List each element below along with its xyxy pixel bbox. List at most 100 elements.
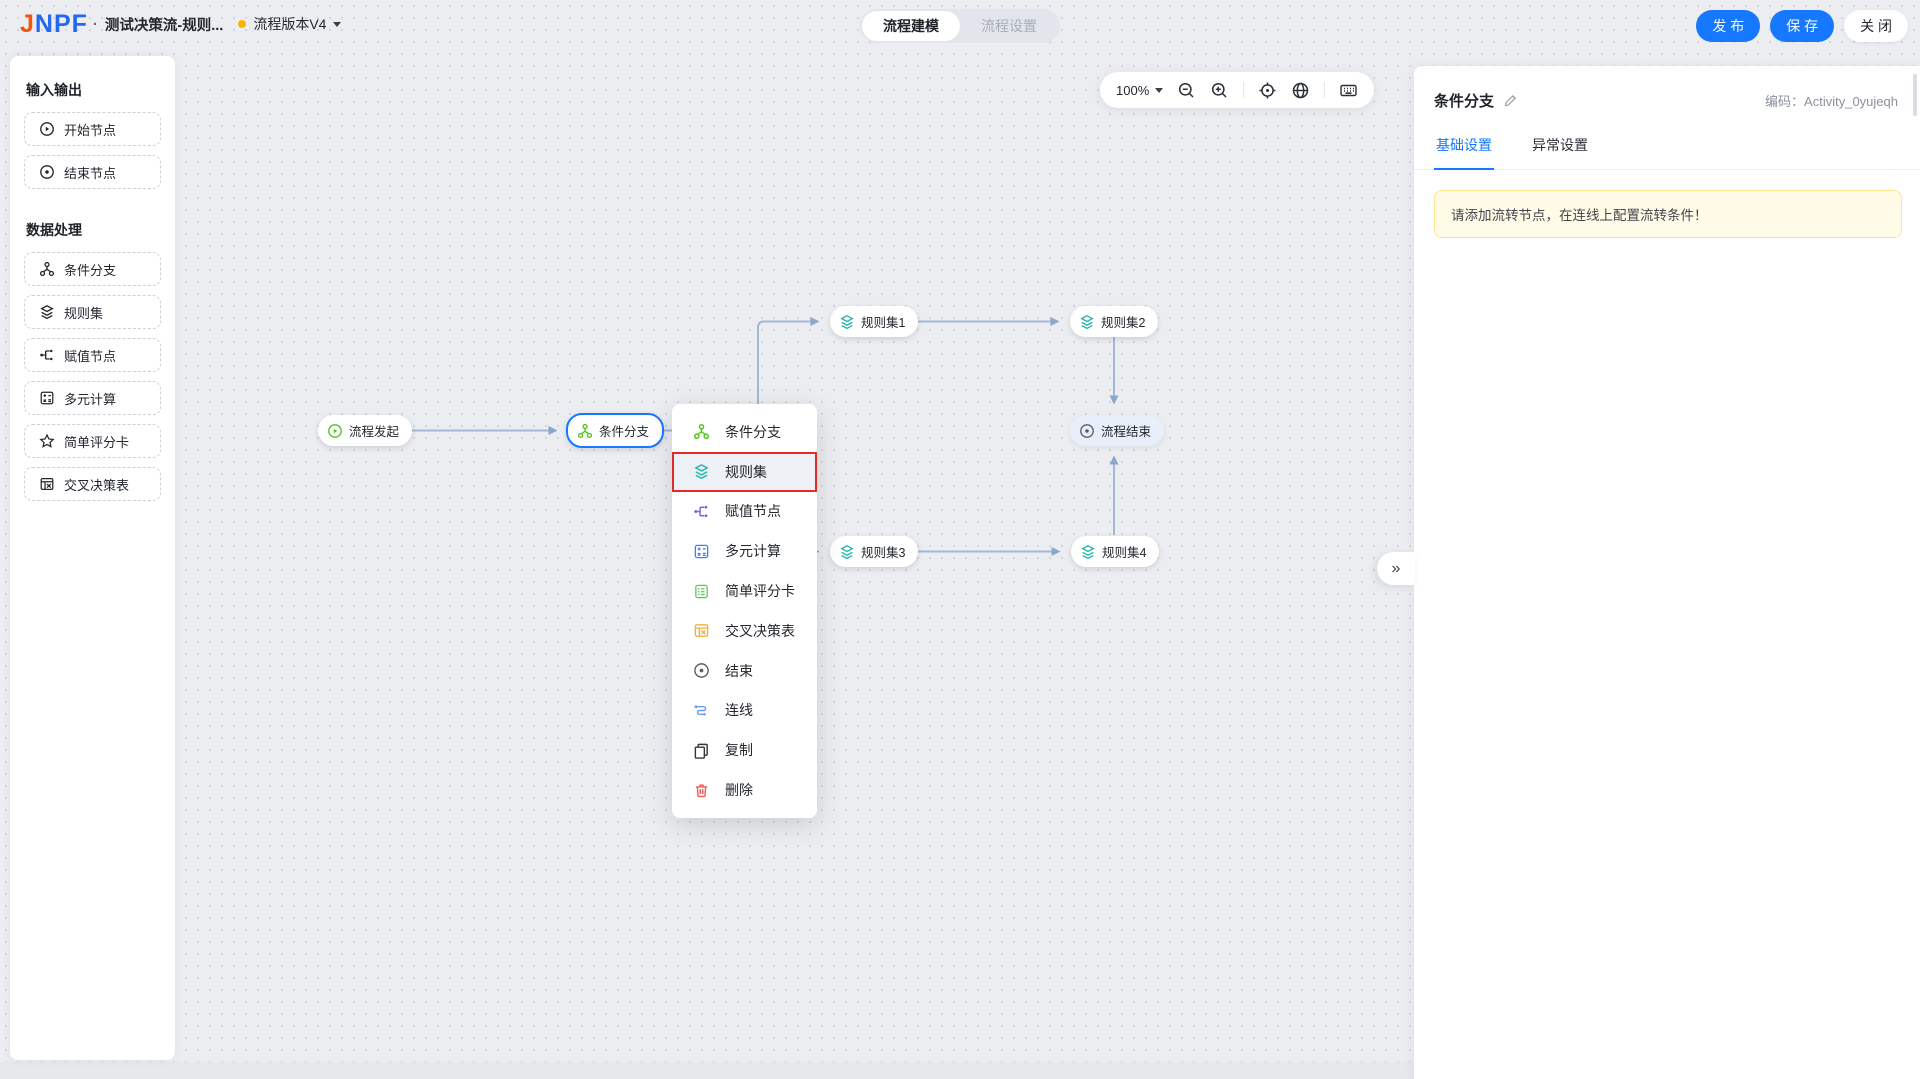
palette-item-label: 规则集 (64, 305, 104, 321)
version-selector[interactable]: 流程版本V4 (238, 14, 342, 34)
top-header: JNPF · 测试决策流-规则... 流程版本V4 流程建模 流程设置 发 布 … (0, 0, 1920, 48)
layers-icon (39, 304, 55, 320)
assign-icon (693, 503, 710, 520)
menu-item-simple-scorecard[interactable]: 简单评分卡 (672, 571, 817, 611)
node-label: 条件分支 (599, 425, 650, 439)
panel-tabs: 基础设置 异常设置 (1414, 127, 1920, 170)
zoom-level-selector[interactable]: 100% (1116, 82, 1164, 98)
tab-exception-settings[interactable]: 异常设置 (1530, 127, 1590, 169)
menu-item-multi-calc[interactable]: 多元计算 (672, 531, 817, 571)
tab-basic-settings[interactable]: 基础设置 (1434, 127, 1494, 170)
table-icon (39, 476, 55, 492)
document-title: 测试决策流-规则... (104, 17, 224, 34)
panel-scrollbar[interactable] (1913, 74, 1917, 116)
node-label: 规则集3 (861, 546, 906, 560)
node-label: 流程结束 (1101, 425, 1152, 439)
palette-item-label: 交叉决策表 (64, 477, 130, 493)
scorecard-icon (693, 583, 710, 600)
flow-node-condition-branch[interactable]: 条件分支 (566, 413, 665, 448)
calc-icon (39, 390, 55, 406)
toolbar-divider (1324, 82, 1326, 98)
fit-view-globe-icon[interactable] (1291, 81, 1310, 100)
star-icon (39, 433, 55, 449)
center-target-icon[interactable] (1258, 81, 1277, 100)
panel-collapse-button[interactable]: » (1377, 552, 1415, 585)
play-circle-icon (327, 423, 343, 439)
properties-panel: 条件分支 编码：Activity_0yujeqh 基础设置 异常设置 请添加流转… (1414, 66, 1920, 1079)
toolbar-divider (1243, 82, 1245, 98)
zoom-level-value: 100% (1116, 82, 1150, 98)
menu-item-label: 规则集 (725, 463, 767, 480)
logo-separator: · (92, 15, 98, 33)
version-status-dot (238, 20, 247, 28)
assign-icon (39, 347, 55, 363)
branch-icon (693, 423, 710, 440)
menu-item-label: 复制 (725, 742, 753, 759)
flow-node-end[interactable]: 流程结束 (1070, 415, 1165, 446)
menu-item-condition-branch[interactable]: 条件分支 (672, 412, 817, 452)
circle-dot-icon (1079, 423, 1095, 439)
flow-node-ruleset-3[interactable]: 规则集3 (830, 536, 919, 567)
warning-notice: 请添加流转节点，在连线上配置流转条件！ (1434, 190, 1902, 238)
menu-item-decision-table[interactable]: 交叉决策表 (672, 611, 817, 651)
edit-pencil-icon[interactable] (1503, 93, 1518, 108)
layers-icon (839, 544, 855, 560)
flow-node-ruleset-4[interactable]: 规则集4 (1071, 536, 1160, 567)
node-context-menu: 条件分支 规则集 赋值节点 多元计算 简单评分卡 交叉决策表 结束 连线 复制 … (672, 404, 817, 818)
flow-node-ruleset-2[interactable]: 规则集2 (1070, 306, 1159, 337)
menu-item-delete[interactable]: 删除 (672, 770, 817, 810)
menu-item-copy[interactable]: 复制 (672, 730, 817, 770)
caret-down-icon (1155, 87, 1164, 93)
node-label: 规则集2 (1101, 316, 1146, 330)
palette-section-title: 数据处理 (26, 222, 82, 238)
palette-item-label: 开始节点 (64, 122, 117, 138)
menu-item-label: 简单评分卡 (725, 583, 795, 600)
palette-item-rule-set[interactable]: 规则集 (24, 295, 161, 329)
menu-item-label: 连线 (725, 702, 753, 719)
menu-item-label: 赋值节点 (725, 503, 781, 520)
menu-item-connect-line[interactable]: 连线 (672, 691, 817, 731)
circle-dot-icon (39, 164, 55, 180)
circle-dot-icon (693, 662, 710, 679)
branch-icon (577, 423, 593, 439)
palette-item-label: 结束节点 (64, 165, 117, 181)
zoom-out-icon[interactable] (1177, 81, 1196, 100)
calc-icon (693, 543, 710, 560)
palette-item-multi-calc[interactable]: 多元计算 (24, 381, 161, 415)
palette-item-start-node[interactable]: 开始节点 (24, 112, 161, 146)
node-label: 流程发起 (349, 425, 400, 439)
menu-item-label: 多元计算 (725, 543, 781, 560)
menu-item-label: 条件分支 (725, 423, 781, 440)
menu-item-end[interactable]: 结束 (672, 651, 817, 691)
flow-node-start[interactable]: 流程发起 (318, 415, 413, 446)
keyboard-shortcuts-icon[interactable] (1339, 81, 1358, 100)
palette-item-end-node[interactable]: 结束节点 (24, 155, 161, 189)
node-palette-sidebar: 输入输出 开始节点 结束节点 数据处理 条件分支 规则集 赋值节点 多元计算 简… (10, 56, 175, 1060)
publish-button[interactable]: 发 布 (1696, 10, 1761, 42)
connect-icon (693, 702, 710, 719)
palette-item-label: 多元计算 (64, 391, 117, 407)
tab-flow-settings[interactable]: 流程设置 (960, 11, 1058, 41)
menu-item-rule-set[interactable]: 规则集 (672, 451, 817, 492)
layers-icon (693, 463, 710, 480)
save-button[interactable]: 保 存 (1770, 10, 1835, 42)
palette-item-decision-table[interactable]: 交叉决策表 (24, 467, 161, 501)
palette-item-condition-branch[interactable]: 条件分支 (24, 252, 161, 286)
menu-item-assign-node[interactable]: 赋值节点 (672, 492, 817, 532)
palette-item-label: 条件分支 (64, 262, 117, 278)
branch-icon (39, 261, 55, 277)
menu-item-label: 交叉决策表 (725, 622, 795, 639)
menu-item-label: 结束 (725, 662, 753, 679)
palette-item-assign-node[interactable]: 赋值节点 (24, 338, 161, 372)
mode-tabs: 流程建模 流程设置 (860, 9, 1060, 43)
palette-item-simple-scorecard[interactable]: 简单评分卡 (24, 424, 161, 458)
table-icon (693, 622, 710, 639)
trash-icon (693, 782, 710, 799)
palette-section-title: 输入输出 (26, 82, 82, 98)
zoom-in-icon[interactable] (1210, 81, 1229, 100)
close-button[interactable]: 关 闭 (1844, 10, 1908, 42)
chevron-double-right-icon: » (1391, 559, 1401, 577)
flow-node-ruleset-1[interactable]: 规则集1 (830, 306, 919, 337)
tab-flow-modeling[interactable]: 流程建模 (862, 11, 960, 41)
copy-icon (693, 742, 710, 759)
